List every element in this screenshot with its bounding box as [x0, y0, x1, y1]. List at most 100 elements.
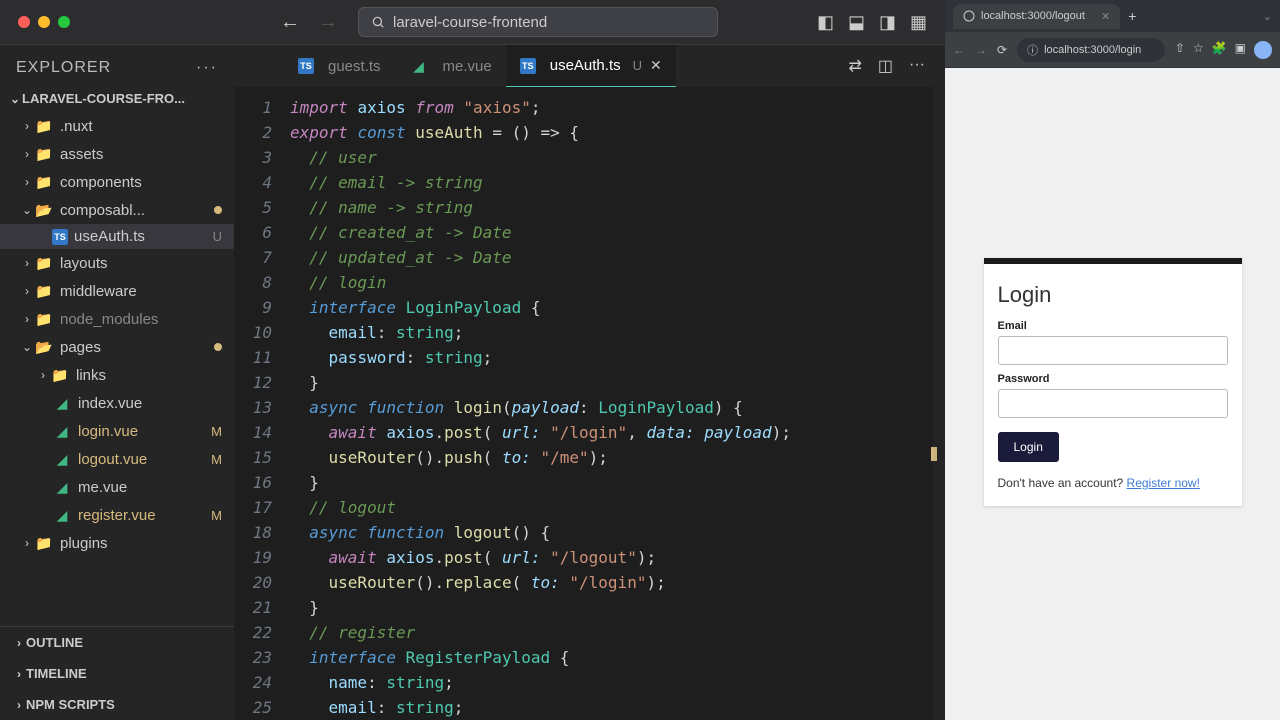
close-tab-icon[interactable]: ✕ [1101, 10, 1110, 23]
site-info-icon[interactable]: ⓘ [1027, 42, 1038, 58]
browser-toolbar: ← → ⟳ ⓘ localhost:3000/login ⇧ ☆ 🧩 ▣ [945, 32, 1280, 68]
tree-file-useauth[interactable]: TSuseAuth.tsU [0, 224, 234, 249]
timeline-section[interactable]: ›TIMELINE [0, 658, 234, 689]
compare-changes-icon[interactable]: ⇄ [848, 56, 861, 76]
line-numbers: 1234567891011121314151617181920212223242… [234, 87, 290, 720]
new-tab-icon[interactable]: + [1128, 8, 1136, 24]
extension-icon[interactable]: ▣ [1235, 41, 1246, 59]
chevron-right-icon: › [20, 147, 34, 161]
bookmark-icon[interactable]: ☆ [1193, 41, 1204, 59]
tree-folder-components[interactable]: ›📁components [0, 168, 234, 196]
tree-folder-composables[interactable]: ⌄📂composabl... [0, 196, 234, 224]
tree-file-index-vue[interactable]: ◢index.vue [0, 389, 234, 417]
typescript-icon: TS [298, 58, 314, 74]
maximize-window-icon[interactable] [58, 16, 70, 28]
chevron-right-icon: › [12, 667, 26, 681]
tree-file-login-vue[interactable]: ◢login.vueM [0, 417, 234, 445]
email-label: Email [998, 320, 1228, 332]
browser-reload-icon[interactable]: ⟳ [997, 43, 1007, 57]
folder-icon: 📁 [34, 281, 54, 301]
titlebar: ← → laravel-course-frontend ◧ ⬓ ◨ ▦ [0, 0, 945, 45]
code-lines: import axios from "axios"; export const … [290, 87, 945, 720]
login-title: Login [998, 282, 1228, 308]
folder-icon: 📁 [34, 309, 54, 329]
project-section-header[interactable]: ⌄ LARAVEL-COURSE-FRO... [0, 85, 234, 112]
git-untracked-badge: U [213, 229, 222, 244]
more-actions-icon[interactable]: ··· [909, 56, 925, 76]
browser-window: localhost:3000/logout ✕ + ⌄ ← → ⟳ ⓘ loca… [945, 0, 1280, 720]
toggle-sidebar-icon[interactable]: ◧ [817, 12, 834, 33]
minimize-window-icon[interactable] [38, 16, 50, 28]
browser-content: Login Email Password Login Don't have an… [945, 68, 1280, 720]
nav-arrows: ← → [280, 11, 338, 34]
address-bar[interactable]: ⓘ localhost:3000/login [1017, 38, 1165, 62]
scrollbar[interactable] [933, 87, 945, 720]
browser-tab[interactable]: localhost:3000/logout ✕ [953, 4, 1120, 29]
tree-folder-links[interactable]: ›📁links [0, 361, 234, 389]
chevron-right-icon: › [20, 284, 34, 298]
login-button[interactable]: Login [998, 432, 1059, 462]
email-field[interactable] [998, 336, 1228, 365]
close-window-icon[interactable] [18, 16, 30, 28]
project-name: LARAVEL-COURSE-FRO... [22, 91, 185, 106]
search-icon [371, 15, 385, 29]
tree-folder-assets[interactable]: ›📁assets [0, 140, 234, 168]
tab-guest[interactable]: TSguest.ts [284, 45, 395, 87]
tree-folder-middleware[interactable]: ›📁middleware [0, 277, 234, 305]
explorer-sidebar: EXPLORER ··· ⌄ LARAVEL-COURSE-FRO... ›📁.… [0, 45, 234, 720]
split-editor-icon[interactable]: ◫ [878, 56, 893, 76]
outline-section[interactable]: ›OUTLINE [0, 627, 234, 658]
folder-icon: 📁 [50, 365, 70, 385]
chevron-right-icon: › [12, 698, 26, 712]
command-center[interactable]: laravel-course-frontend [358, 7, 718, 37]
expand-icon[interactable]: ⌄ [1263, 10, 1272, 23]
toggle-secondary-icon[interactable]: ◨ [879, 12, 896, 33]
explorer-title: EXPLORER [16, 59, 111, 77]
tab-me[interactable]: ◢me.vue [395, 45, 506, 87]
browser-back-icon[interactable]: ← [953, 43, 965, 57]
editor-tabs: TSguest.ts ◢me.vue TSuseAuth.tsU✕ ⇄ ◫ ··… [234, 45, 945, 87]
share-icon[interactable]: ⇧ [1175, 41, 1185, 59]
folder-icon: 📁 [34, 172, 54, 192]
browser-actions: ⇧ ☆ 🧩 ▣ [1175, 41, 1272, 59]
tree-folder-node-modules[interactable]: ›📁node_modules [0, 305, 234, 333]
browser-tab-title: localhost:3000/logout [981, 10, 1085, 22]
git-modified-dot [214, 206, 222, 214]
main-area: EXPLORER ··· ⌄ LARAVEL-COURSE-FRO... ›📁.… [0, 45, 945, 720]
toggle-panel-icon[interactable]: ⬓ [848, 12, 865, 33]
register-link[interactable]: Register now! [1127, 476, 1200, 490]
explorer-more-icon[interactable]: ··· [196, 59, 218, 77]
chevron-right-icon: › [20, 119, 34, 133]
globe-icon [963, 10, 975, 22]
chevron-right-icon: › [20, 312, 34, 326]
tree-file-logout-vue[interactable]: ◢logout.vueM [0, 445, 234, 473]
folder-open-icon: 📂 [34, 337, 54, 357]
tree-folder-plugins[interactable]: ›📁plugins [0, 529, 234, 557]
nav-forward-icon[interactable]: → [318, 11, 338, 34]
nav-back-icon[interactable]: ← [280, 11, 300, 34]
password-field[interactable] [998, 389, 1228, 418]
url-text: localhost:3000/login [1044, 44, 1141, 56]
tree-folder-nuxt[interactable]: ›📁.nuxt [0, 112, 234, 140]
tree-folder-layouts[interactable]: ›📁layouts [0, 249, 234, 277]
vue-icon: ◢ [52, 505, 72, 525]
avatar[interactable] [1254, 41, 1272, 59]
close-tab-icon[interactable]: ✕ [650, 57, 662, 74]
tree-file-register-vue[interactable]: ◢register.vueM [0, 501, 234, 529]
vue-icon: ◢ [52, 449, 72, 469]
tree-folder-pages[interactable]: ⌄📂pages [0, 333, 234, 361]
tree-file-me-vue[interactable]: ◢me.vue [0, 473, 234, 501]
code-editor[interactable]: 1234567891011121314151617181920212223242… [234, 87, 945, 720]
extensions-icon[interactable]: 🧩 [1212, 41, 1227, 59]
folder-icon: 📁 [34, 116, 54, 136]
file-tree: ›📁.nuxt ›📁assets ›📁components ⌄📂composab… [0, 112, 234, 626]
browser-forward-icon[interactable]: → [975, 43, 987, 57]
tab-useauth[interactable]: TSuseAuth.tsU✕ [506, 45, 676, 87]
chevron-right-icon: › [20, 536, 34, 550]
git-modified-badge: M [211, 452, 222, 467]
chevron-right-icon: › [12, 636, 26, 650]
customize-layout-icon[interactable]: ▦ [910, 12, 927, 33]
chevron-down-icon: ⌄ [20, 203, 34, 217]
git-modified-badge: M [211, 424, 222, 439]
npm-scripts-section[interactable]: ›NPM SCRIPTS [0, 689, 234, 720]
